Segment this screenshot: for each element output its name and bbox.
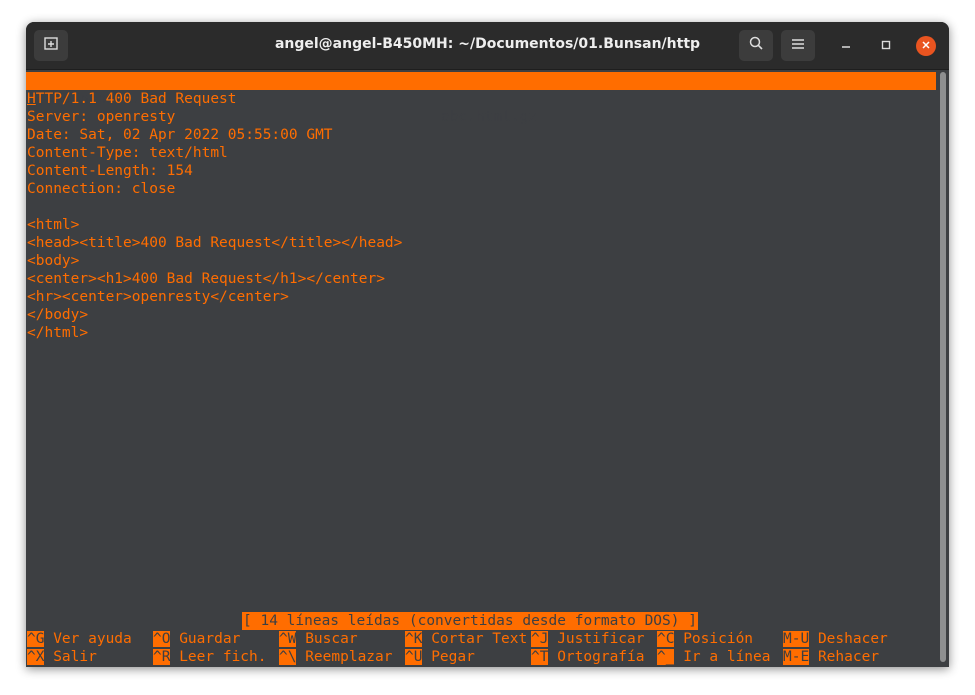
nano-header-bar: GNU nano 4.8 abc.html.gz bbox=[26, 72, 936, 125]
hamburger-menu-icon bbox=[791, 37, 805, 55]
text-line-rest: TTP/1.1 400 Bad Request bbox=[35, 91, 237, 107]
titlebar: angel@angel-B450MH: ~/Documentos/01.Buns… bbox=[26, 22, 949, 70]
maximize-icon bbox=[881, 37, 891, 55]
text-line[interactable]: HTTP/1.1 400 Bad Request bbox=[27, 90, 237, 108]
text-line[interactable]: </body> bbox=[27, 306, 88, 324]
scrollbar-thumb[interactable] bbox=[940, 72, 946, 662]
minimize-button[interactable] bbox=[836, 36, 856, 56]
shortcut-exit[interactable]: ^X Salir bbox=[27, 648, 97, 666]
terminal-area[interactable]: GNU nano 4.8 abc.html.gz HTTP/1.1 400 Ba… bbox=[26, 70, 949, 667]
text-line[interactable]: Date: Sat, 02 Apr 2022 05:55:00 GMT bbox=[27, 126, 333, 144]
search-icon bbox=[748, 35, 764, 56]
shortcut-cut-text[interactable]: ^K Cortar Text bbox=[405, 630, 527, 648]
status-message: [ 14 líneas leídas (convertidas desde fo… bbox=[242, 612, 698, 630]
shortcut-search[interactable]: ^W Buscar bbox=[279, 630, 358, 648]
scrollbar[interactable] bbox=[938, 72, 948, 664]
shortcut-spell[interactable]: ^T Ortografía bbox=[531, 648, 645, 666]
text-line[interactable]: <body> bbox=[27, 252, 79, 270]
shortcut-undo[interactable]: M-U Deshacer bbox=[783, 630, 888, 648]
new-tab-icon bbox=[43, 35, 59, 56]
close-button[interactable] bbox=[916, 36, 936, 56]
text-line[interactable]: Server: openresty bbox=[27, 108, 175, 126]
shortcut-replace[interactable]: ^\ Reemplazar bbox=[279, 648, 393, 666]
shortcut-paste[interactable]: ^U Pegar bbox=[405, 648, 475, 666]
text-line[interactable]: <head><title>400 Bad Request</title></he… bbox=[27, 234, 402, 252]
menu-button[interactable] bbox=[781, 30, 815, 61]
shortcut-redo[interactable]: M-E Rehacer bbox=[783, 648, 879, 666]
shortcut-read-file[interactable]: ^R Leer fich. bbox=[153, 648, 267, 666]
text-line[interactable]: Content-Length: 154 bbox=[27, 162, 193, 180]
shortcut-justify[interactable]: ^J Justificar bbox=[531, 630, 645, 648]
text-cursor: H bbox=[27, 91, 36, 107]
shortcut-position[interactable]: ^C Posición bbox=[657, 630, 753, 648]
minimize-icon bbox=[841, 37, 851, 55]
text-line[interactable]: </html> bbox=[27, 324, 88, 342]
text-line[interactable]: Content-Type: text/html bbox=[27, 144, 228, 162]
shortcut-go-to-line[interactable]: ^_ Ir a línea bbox=[657, 648, 771, 666]
maximize-button[interactable] bbox=[876, 36, 896, 56]
text-line[interactable]: <center><h1>400 Bad Request</h1></center… bbox=[27, 270, 385, 288]
shortcut-help[interactable]: ^G Ver ayuda bbox=[27, 630, 132, 648]
text-line[interactable]: Connection: close bbox=[27, 180, 175, 198]
text-line[interactable]: <hr><center>openresty</center> bbox=[27, 288, 289, 306]
search-button[interactable] bbox=[739, 30, 773, 61]
shortcut-save[interactable]: ^O Guardar bbox=[153, 630, 240, 648]
new-tab-button[interactable] bbox=[34, 30, 68, 61]
close-icon bbox=[921, 37, 931, 55]
text-line[interactable]: <html> bbox=[27, 216, 79, 234]
nano-filename: abc.html.gz bbox=[441, 109, 538, 125]
terminal-window: angel@angel-B450MH: ~/Documentos/01.Buns… bbox=[26, 22, 949, 667]
